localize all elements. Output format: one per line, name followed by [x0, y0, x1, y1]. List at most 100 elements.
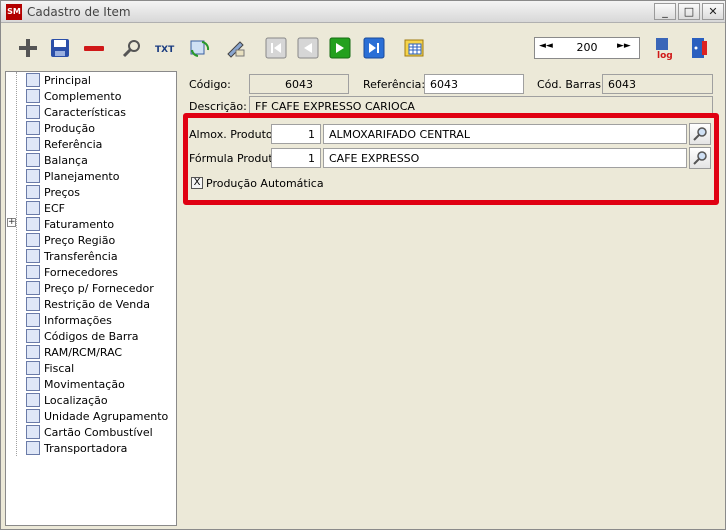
tree-item-producao[interactable]: Produção	[12, 120, 95, 136]
tree-item-transferencia[interactable]: Transferência	[12, 248, 118, 264]
tree-item-ram-rcm-rac[interactable]: RAM/RCM/RAC	[12, 344, 122, 360]
movement-icon	[26, 377, 40, 391]
tree-item-informacoes[interactable]: Informações	[12, 312, 112, 328]
tree-item-label: Principal	[44, 73, 91, 87]
search-button[interactable]	[119, 35, 145, 61]
spreadsheet-icon	[404, 39, 424, 57]
delete-button[interactable]	[81, 35, 107, 61]
tree-item-precos[interactable]: Preços	[12, 184, 80, 200]
close-button[interactable]: ✕	[702, 3, 724, 20]
tree-item-label: Transferência	[44, 249, 118, 263]
save-icon	[51, 39, 69, 57]
referencia-label: Referência:	[363, 78, 426, 91]
tree-item-fornecedores[interactable]: Fornecedores	[12, 264, 118, 280]
document-icon	[26, 345, 40, 359]
save-button[interactable]	[47, 35, 73, 61]
tree-item-label: Complemento	[44, 89, 122, 103]
main-window: SM Cadastro de Item _ □ ✕ TXT log ◄◄ 200…	[0, 0, 726, 530]
document-icon	[26, 409, 40, 423]
producao-automatica-label: Produção Automática	[206, 177, 324, 190]
log-button[interactable]: log	[651, 35, 677, 61]
tree-item-codigos-barra[interactable]: Códigos de Barra	[12, 328, 139, 344]
tree-item-restricao-venda[interactable]: Restrição de Venda	[12, 296, 150, 312]
first-record-icon	[265, 37, 287, 59]
cod-barras-field[interactable]: 6043	[602, 74, 713, 94]
txt-export-button[interactable]: TXT	[153, 35, 179, 61]
tree-item-balanca[interactable]: Balança	[12, 152, 88, 168]
pager-value-input[interactable]: 200	[567, 41, 607, 54]
referencia-field[interactable]: 6043	[424, 74, 524, 94]
tree-item-transportadora[interactable]: Transportadora	[12, 440, 127, 456]
edit-button[interactable]	[223, 35, 249, 61]
add-button[interactable]	[15, 35, 41, 61]
refresh-grid-icon	[190, 40, 210, 57]
tree-item-complemento[interactable]: Complemento	[12, 88, 121, 104]
restriction-icon	[26, 297, 40, 311]
formula-code-field[interactable]: 1	[271, 148, 321, 168]
people-icon	[26, 281, 40, 295]
tree-item-movimentacao[interactable]: Movimentação	[12, 376, 125, 392]
tree-item-label: Balança	[44, 153, 88, 167]
next-record-icon	[329, 37, 351, 59]
pager-last-button[interactable]: ►►	[617, 41, 631, 51]
minimize-button[interactable]: _	[654, 3, 676, 20]
prev-record-button[interactable]	[295, 35, 321, 61]
record-pager[interactable]: ◄◄ 200 ►►	[534, 37, 640, 59]
fiscal-icon	[26, 361, 40, 375]
tree-item-cartao-combustivel[interactable]: Cartão Combustível	[12, 424, 153, 440]
tree-item-principal[interactable]: Principal	[12, 72, 91, 88]
printer-icon	[26, 201, 40, 215]
tree-item-planejamento[interactable]: Planejamento	[12, 168, 119, 184]
first-record-button[interactable]	[263, 35, 289, 61]
formula-name-field[interactable]: CAFE EXPRESSO	[323, 148, 687, 168]
money-icon	[26, 185, 40, 199]
codigo-field[interactable]: 6043	[249, 74, 349, 94]
tree-item-preco-regiao[interactable]: Preço Região	[12, 232, 115, 248]
almox-name-field[interactable]: ALMOXARIFADO CENTRAL	[323, 124, 687, 144]
people-icon	[26, 265, 40, 279]
next-record-button[interactable]	[327, 35, 353, 61]
add-icon	[19, 39, 37, 57]
pager-first-button[interactable]: ◄◄	[539, 41, 553, 51]
tree-item-label: Produção	[44, 121, 95, 135]
almox-code-field[interactable]: 1	[271, 124, 321, 144]
last-record-button[interactable]	[361, 35, 387, 61]
invoice-icon	[26, 217, 40, 231]
formula-lookup-button[interactable]	[689, 147, 711, 169]
tree-item-label: Preços	[44, 185, 80, 199]
last-record-icon	[363, 37, 385, 59]
almox-produto-label: Almox. Produto:	[189, 128, 277, 141]
refresh-grid-button[interactable]	[187, 35, 213, 61]
tree-item-localizacao[interactable]: Localização	[12, 392, 108, 408]
codigo-label: Código:	[189, 78, 231, 91]
producao-automatica-checkbox[interactable]: X	[191, 177, 203, 189]
maximize-button[interactable]: □	[678, 3, 700, 20]
tree-item-preco-fornecedor[interactable]: Preço p/ Fornecedor	[12, 280, 154, 296]
tree-item-caracteristicas[interactable]: Características	[12, 104, 126, 120]
spreadsheet-button[interactable]	[401, 35, 427, 61]
tree-item-fiscal[interactable]: Fiscal	[12, 360, 74, 376]
tree-item-label: ECF	[44, 201, 65, 215]
region-price-icon	[26, 233, 40, 247]
edit-icon	[227, 41, 245, 58]
tree-item-label: Localização	[44, 393, 108, 407]
tree-item-referencia[interactable]: Referência	[12, 136, 102, 152]
cod-barras-label: Cód. Barras:	[537, 78, 605, 91]
truck-icon	[26, 441, 40, 455]
tree-item-faturamento[interactable]: Faturamento	[12, 216, 114, 232]
descricao-label: Descrição:	[189, 100, 247, 113]
svg-text:log: log	[657, 51, 673, 60]
tree-item-label: Cartão Combustível	[44, 425, 153, 439]
exit-button[interactable]	[687, 35, 713, 61]
list-icon	[26, 73, 40, 87]
log-icon: log	[656, 38, 673, 60]
tree-item-label: Fiscal	[44, 361, 75, 375]
tree-item-unidade-agrupamento[interactable]: Unidade Agrupamento	[12, 408, 168, 424]
tree-item-ecf[interactable]: ECF	[12, 200, 65, 216]
tree-item-label: Preço p/ Fornecedor	[44, 281, 154, 295]
tree-item-label: Fornecedores	[44, 265, 119, 279]
formula-produto-label: Fórmula Produto:	[189, 152, 284, 165]
reference-icon	[26, 137, 40, 151]
almox-lookup-button[interactable]	[689, 123, 711, 145]
search-icon	[122, 40, 140, 58]
